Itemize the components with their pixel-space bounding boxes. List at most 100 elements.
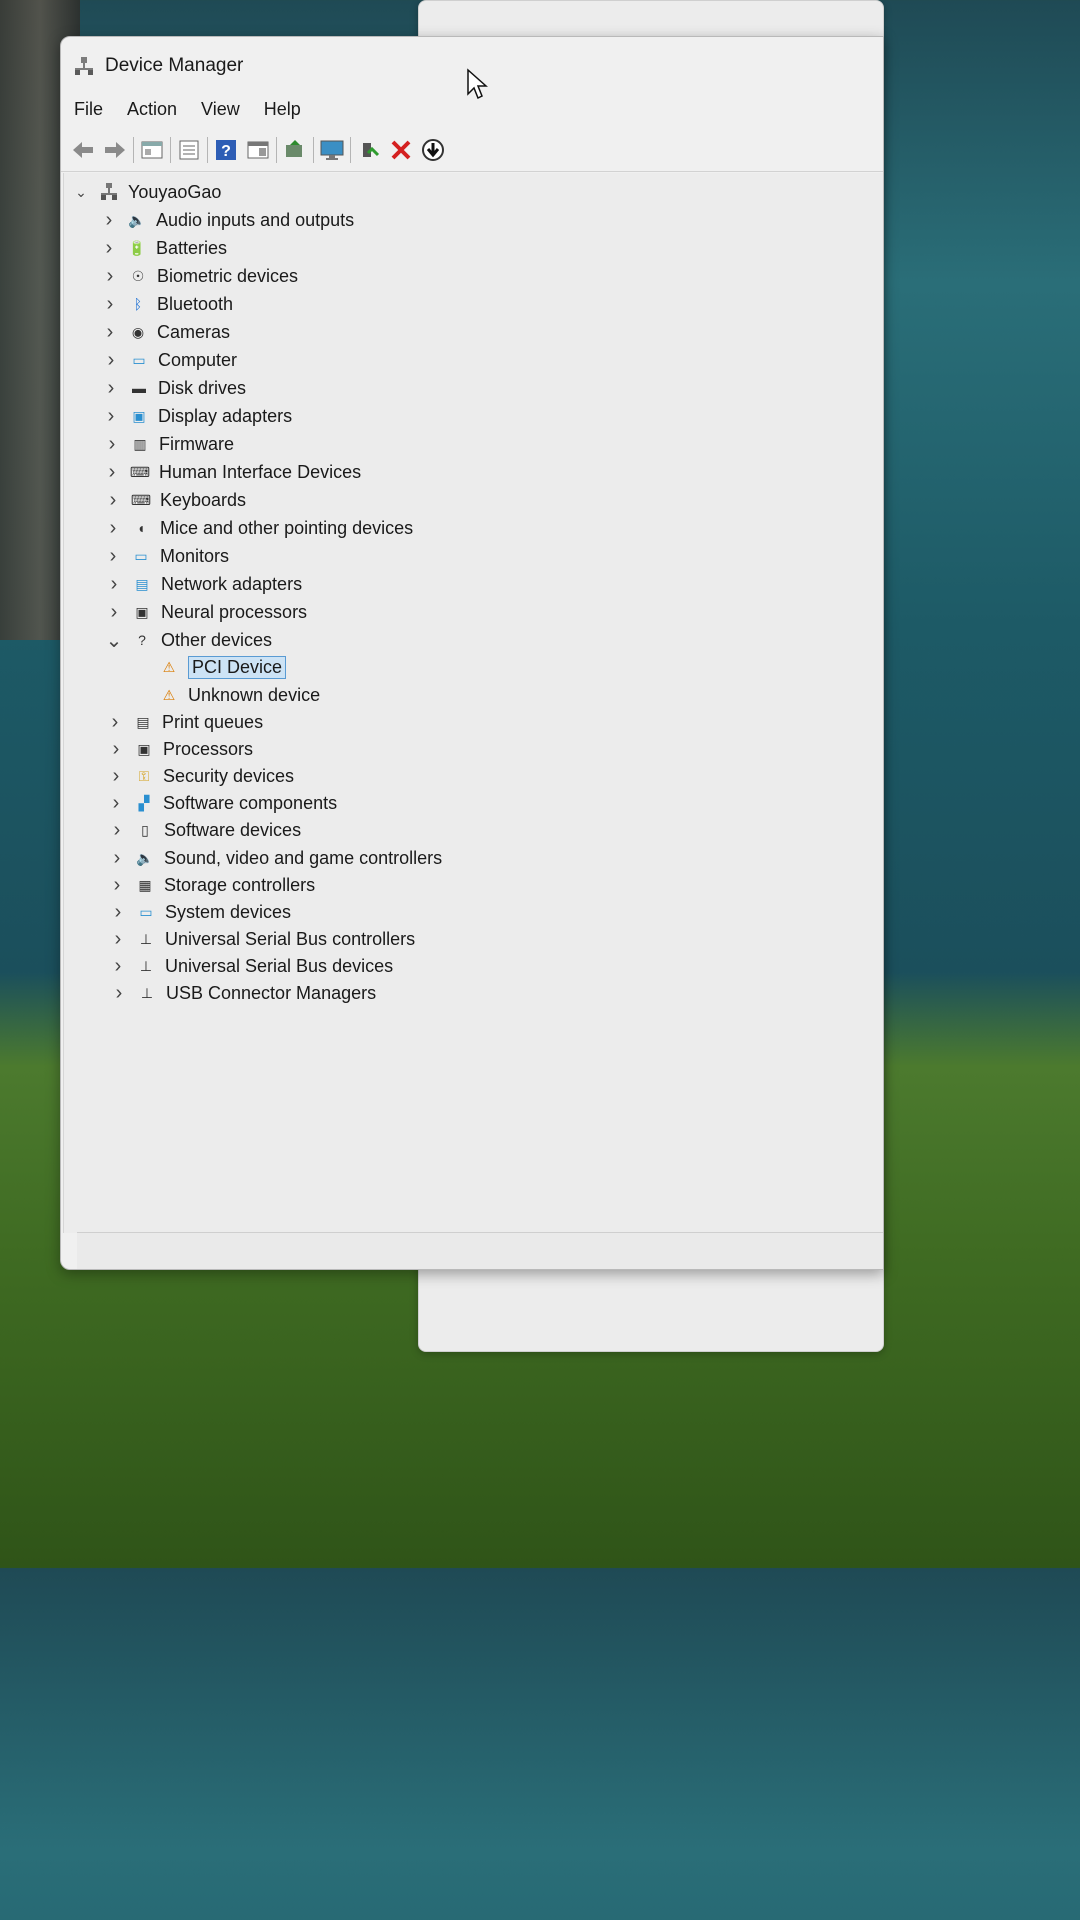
tree-category-item[interactable]: › ⌨ Human Interface Devices — [105, 459, 361, 485]
monitor-icon[interactable] — [316, 135, 348, 165]
software-component-icon: ▞ — [138, 794, 150, 811]
uninstall-icon[interactable] — [385, 135, 417, 165]
tree-item-label: Network adapters — [161, 573, 303, 594]
back-icon[interactable] — [67, 135, 99, 165]
storage-icon: ▦ — [138, 876, 152, 893]
chevron-down-icon[interactable]: ⌄ — [74, 184, 88, 201]
tree-root[interactable]: ⌄ YouyaoGao — [74, 179, 221, 205]
tree-category-item[interactable]: › ◖ Mice and other pointing devices — [106, 515, 414, 541]
menu-file[interactable]: File — [74, 99, 103, 120]
tree-category-item[interactable]: › ▣ Display adapters — [104, 403, 292, 429]
tree-category-item[interactable]: › ▣ Processors — [109, 736, 253, 762]
menu-help[interactable]: Help — [264, 99, 301, 120]
help-icon[interactable]: ? — [210, 135, 242, 165]
mouse-icon: ◖ — [136, 520, 146, 536]
tree-item-label: Firmware — [159, 433, 234, 454]
tree-category-item[interactable]: › ⊥ USB Connector Managers — [112, 980, 376, 1006]
chevron-right-icon[interactable]: › — [103, 321, 117, 344]
chevron-right-icon[interactable]: › — [109, 792, 123, 815]
tree-category-item[interactable]: › ▣ Neural processors — [107, 599, 307, 625]
chevron-right-icon[interactable]: › — [102, 209, 116, 232]
chip-icon: ▣ — [135, 603, 149, 620]
tree-item-label: Audio inputs and outputs — [156, 209, 355, 230]
tree-category-item[interactable]: › ᛒ Bluetooth — [103, 291, 233, 317]
tree-category-item[interactable]: › ▯ Software devices — [110, 817, 301, 843]
status-bar — [77, 1232, 883, 1269]
battery-icon: 🔋 — [128, 239, 146, 256]
chevron-right-icon[interactable]: › — [111, 955, 125, 978]
tree-category-item[interactable]: › 🔈 Sound, video and game controllers — [110, 845, 443, 871]
tree-child-item[interactable]: ⚠ Unknown device — [158, 682, 320, 708]
chevron-down-icon[interactable]: ⌄ — [106, 628, 123, 653]
tree-item-label: Batteries — [156, 237, 228, 258]
chevron-right-icon[interactable]: › — [105, 461, 119, 484]
view-icon[interactable] — [242, 135, 274, 165]
tree-item-label: Sound, video and game controllers — [164, 847, 443, 868]
scan-hardware-icon[interactable] — [417, 135, 449, 165]
properties-icon[interactable] — [136, 135, 168, 165]
list-icon[interactable] — [173, 135, 205, 165]
chevron-right-icon[interactable]: › — [103, 265, 117, 288]
tree-category-item[interactable]: ⌄? Other devices — [106, 627, 272, 653]
chevron-right-icon[interactable]: › — [111, 928, 125, 951]
tree-category-item[interactable]: › ⚿ Security devices — [109, 763, 294, 789]
tree-category-item[interactable]: › ⊥ Universal Serial Bus controllers — [111, 926, 415, 952]
chevron-right-icon[interactable]: › — [110, 847, 124, 870]
svg-text:?: ? — [221, 143, 231, 160]
enable-device-icon[interactable] — [353, 135, 385, 165]
chevron-right-icon[interactable]: › — [110, 874, 124, 897]
tree-item-label: Disk drives — [158, 377, 247, 398]
tree-item-label: Software devices — [164, 819, 302, 840]
tree-category-item[interactable]: › ▥ Firmware — [105, 431, 234, 457]
tree-item-label: Biometric devices — [157, 265, 299, 286]
chevron-right-icon[interactable]: › — [106, 489, 120, 512]
tree-category-item[interactable]: › ▞ Software components — [109, 790, 337, 816]
tree-item-label: Security devices — [163, 765, 295, 786]
tree-item-label: Keyboards — [160, 489, 247, 510]
chevron-right-icon[interactable]: › — [106, 545, 120, 568]
menu-action[interactable]: Action — [127, 99, 177, 120]
unknown-device-icon: ? — [138, 632, 146, 648]
chevron-right-icon[interactable]: › — [102, 237, 116, 260]
tree-category-item[interactable]: › ▤ Print queues — [108, 709, 263, 735]
chevron-right-icon[interactable]: › — [107, 601, 121, 624]
tree-category-item[interactable]: › ▭ Computer — [104, 347, 237, 373]
menu-view[interactable]: View — [201, 99, 240, 120]
warning-device-icon: ⚠ — [162, 686, 176, 703]
software-device-icon: ▯ — [141, 821, 149, 838]
chevron-right-icon[interactable]: › — [104, 377, 118, 400]
tree-item-label: PCI Device — [188, 655, 287, 679]
tree-category-item[interactable]: › ▭ System devices — [111, 899, 291, 925]
tree-item-label: Storage controllers — [164, 874, 316, 895]
chevron-right-icon[interactable]: › — [104, 349, 118, 372]
chevron-right-icon[interactable]: › — [109, 738, 123, 761]
tree-category-item[interactable]: › 🔈 Audio inputs and outputs — [102, 207, 355, 233]
device-tree[interactable]: ⌄ YouyaoGao › 🔈 Audio inputs and outputs › 🔋… — [63, 173, 883, 1233]
chevron-right-icon[interactable]: › — [112, 982, 126, 1005]
update-driver-icon[interactable] — [279, 135, 311, 165]
tree-category-item[interactable]: › 🔋 Batteries — [102, 235, 227, 261]
chevron-right-icon[interactable]: › — [105, 433, 119, 456]
toolbar: ? — [61, 129, 883, 172]
tree-category-item[interactable]: › ▬ Disk drives — [104, 375, 246, 401]
chevron-right-icon[interactable]: › — [110, 819, 124, 842]
tree-category-item[interactable]: › ▤ Network adapters — [107, 571, 302, 597]
chevron-right-icon[interactable]: › — [104, 405, 118, 428]
tree-item-label: Mice and other pointing devices — [160, 517, 414, 538]
tree-category-item[interactable]: › ☉ Biometric devices — [103, 263, 298, 289]
forward-icon[interactable] — [99, 135, 131, 165]
chevron-right-icon[interactable]: › — [109, 765, 123, 788]
tree-child-item[interactable]: ⚠ PCI Device — [158, 654, 287, 680]
chevron-right-icon[interactable]: › — [111, 901, 125, 924]
chevron-right-icon[interactable]: › — [107, 573, 121, 596]
tree-category-item[interactable]: › ⌨ Keyboards — [106, 487, 246, 513]
chevron-right-icon[interactable]: › — [108, 711, 122, 734]
tree-category-item[interactable]: › ▦ Storage controllers — [110, 872, 315, 898]
tree-category-item[interactable]: › ◉ Cameras — [103, 319, 230, 345]
tree-root-label: YouyaoGao — [128, 181, 222, 202]
tree-category-item[interactable]: › ⊥ Universal Serial Bus devices — [111, 953, 393, 979]
chevron-right-icon[interactable]: › — [106, 517, 120, 540]
usb-icon: ⊥ — [139, 957, 153, 974]
tree-category-item[interactable]: › ▭ Monitors — [106, 543, 229, 569]
chevron-right-icon[interactable]: › — [103, 293, 117, 316]
